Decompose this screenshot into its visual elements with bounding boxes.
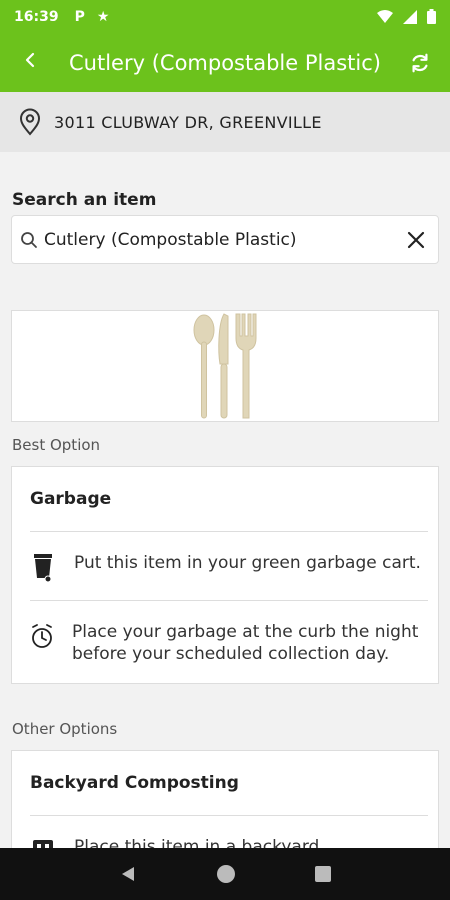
nav-back-icon[interactable] [119, 865, 137, 883]
best-option-card: Garbage Put this item in your green garb… [11, 466, 439, 684]
alarm-clock-icon [32, 624, 52, 648]
search-icon [21, 231, 37, 248]
nav-recents-icon[interactable] [314, 866, 331, 882]
signal-icon [403, 9, 417, 24]
other-options-label: Other Options [12, 720, 118, 738]
back-button[interactable] [0, 50, 60, 75]
refresh-icon [412, 53, 428, 72]
refresh-button[interactable] [390, 52, 450, 74]
compost-bin-icon [33, 840, 53, 848]
app-bar: Cutlery (Compostable Plastic) [0, 33, 450, 92]
item-image [11, 310, 439, 422]
wifi-icon [377, 9, 393, 23]
address-bar[interactable]: 3011 CLUBWAY DR, GREENVILLE [0, 92, 450, 152]
close-icon [407, 231, 425, 248]
search-value[interactable]: Cutlery (Compostable Plastic) [44, 230, 394, 250]
garbage-cart-icon [34, 554, 52, 582]
status-time: 16:39 [14, 8, 59, 25]
best-option-title: Garbage [30, 489, 112, 509]
page-title: Cutlery (Compostable Plastic) [69, 50, 381, 75]
other-option-card: Backyard Composting Place this item in a… [11, 750, 439, 848]
other-option-title: Backyard Composting [30, 773, 239, 793]
chevron-left-icon [25, 52, 35, 68]
battery-icon [427, 9, 436, 24]
content[interactable]: Search an item Cutlery (Compostable Plas… [0, 152, 450, 848]
instruction-row: Place this item in a backyard [12, 816, 438, 848]
instruction-row: Place your garbage at the curb the night… [12, 601, 438, 683]
instruction-text: Put this item in your green garbage cart… [74, 553, 421, 573]
instruction-text: Place this item in a backyard [74, 837, 320, 848]
search-label: Search an item [12, 190, 157, 210]
address-text: 3011 CLUBWAY DR, GREENVILLE [54, 112, 322, 132]
clear-search-button[interactable] [394, 230, 438, 250]
system-nav-bar [0, 848, 450, 900]
cutlery-image [193, 313, 257, 419]
instruction-row: Put this item in your green garbage cart… [12, 532, 438, 600]
star-icon: ★ [96, 8, 110, 25]
nav-home-icon[interactable] [216, 864, 236, 884]
instruction-text: Place your garbage at the curb the night… [72, 622, 419, 664]
location-pin-icon [19, 108, 41, 136]
search-input[interactable]: Cutlery (Compostable Plastic) [11, 215, 439, 264]
status-bar: 16:39 P ★ [0, 0, 450, 33]
parking-icon: P [74, 8, 85, 25]
best-option-label: Best Option [12, 436, 101, 454]
